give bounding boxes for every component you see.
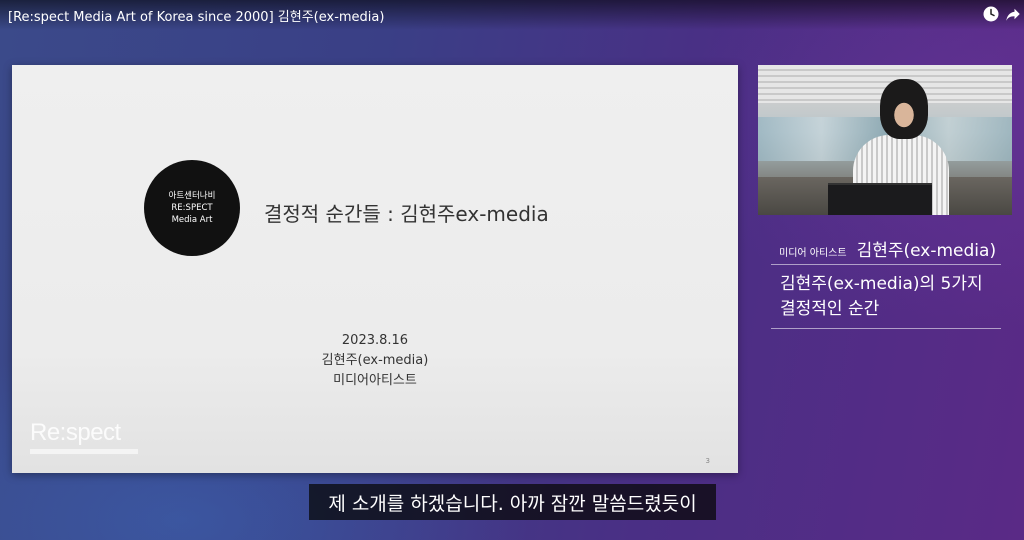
- share-arrow-icon[interactable]: [1004, 5, 1022, 23]
- video-top-bar: [Re:spect Media Art of Korea since 2000]…: [0, 0, 1024, 30]
- caption: 제 소개를 하겠습니다. 아까 잠깐 말씀드렸듯이: [309, 484, 716, 520]
- divider-bottom: [771, 328, 1001, 329]
- logo-line-2: RE:SPECT: [171, 203, 213, 213]
- clock-icon[interactable]: [982, 5, 1000, 23]
- slide-presenter-role: 미디어아티스트: [333, 373, 417, 388]
- presentation-slide: 아트센터나비 RE:SPECT Media Art 결정적 순간들 : 김현주e…: [12, 65, 738, 473]
- video-title[interactable]: [Re:spect Media Art of Korea since 2000]…: [8, 6, 384, 25]
- speaker-name: 김현주(ex-media): [856, 241, 997, 261]
- slide-date: 2023.8.16: [341, 333, 409, 348]
- laptop: [828, 183, 932, 215]
- slide-meta: 2023.8.16 김현주(ex-media) 미디어아티스트: [275, 331, 475, 391]
- logo-line-1: 아트센터나비: [168, 191, 216, 201]
- logo-line-3: Media Art: [171, 215, 213, 225]
- speaker-name-row: 미디어 아티스트 김현주(ex-media): [779, 236, 1003, 262]
- divider-top: [771, 264, 1001, 265]
- art-center-nabi-logo: 아트센터나비 RE:SPECT Media Art: [144, 160, 240, 256]
- speaker-head: [880, 79, 928, 139]
- speaker-role: 미디어 아티스트: [779, 248, 847, 259]
- slide-page-number: 3: [705, 457, 710, 465]
- description-line-2: 결정적인 순간: [780, 299, 880, 319]
- respect-watermark-logo: Re:spect: [30, 419, 121, 446]
- slide-title: 결정적 순간들 : 김현주ex-media: [264, 202, 549, 226]
- description-line-1: 김현주(ex-media)의 5가지: [780, 274, 983, 294]
- speaker-camera-feed: [758, 65, 1012, 215]
- watermark-bar: [30, 449, 138, 454]
- talk-description: 김현주(ex-media)의 5가지 결정적인 순간: [780, 272, 1004, 322]
- slide-presenter: 김현주(ex-media): [321, 353, 429, 368]
